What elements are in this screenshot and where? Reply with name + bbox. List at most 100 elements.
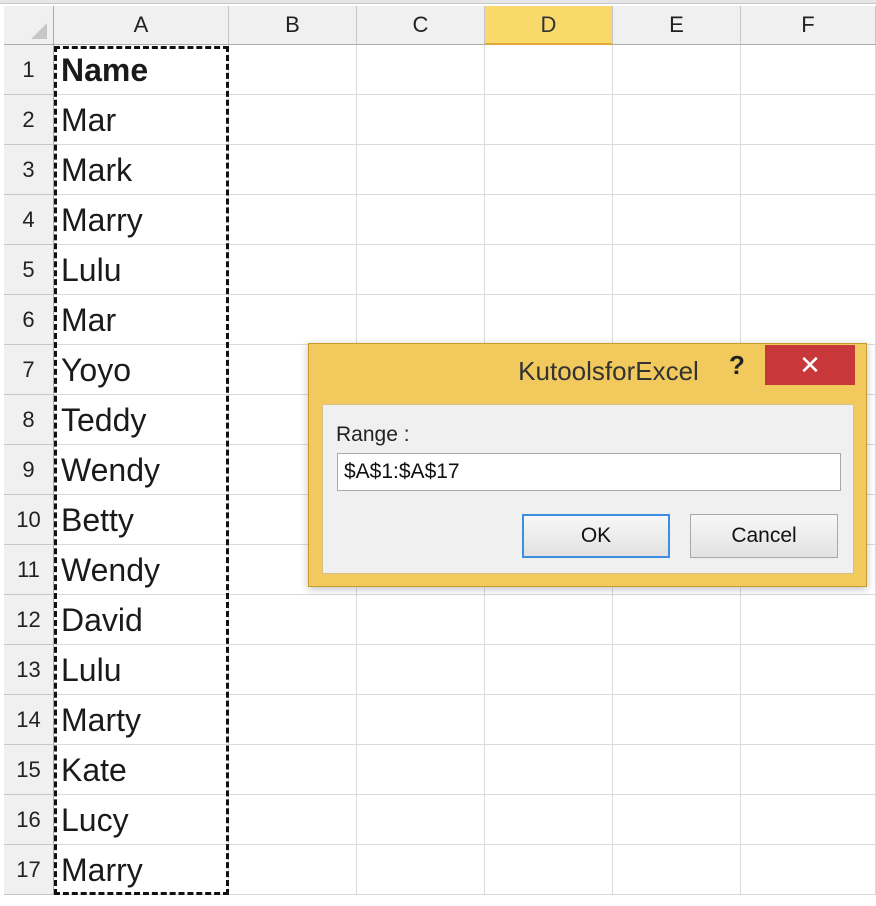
cell-d16[interactable] [485, 795, 613, 845]
cell-c4[interactable] [357, 195, 485, 245]
cancel-button[interactable]: Cancel [690, 514, 838, 558]
row-header-14[interactable]: 14 [4, 695, 54, 745]
cell-e16[interactable] [613, 795, 741, 845]
cell-e17[interactable] [613, 845, 741, 895]
cell-b3[interactable] [229, 145, 357, 195]
column-header-f[interactable]: F [741, 6, 876, 45]
cell-d12[interactable] [485, 595, 613, 645]
cell-e12[interactable] [613, 595, 741, 645]
cell-d3[interactable] [485, 145, 613, 195]
cell-b16[interactable] [229, 795, 357, 845]
cell-d14[interactable] [485, 695, 613, 745]
cell-b13[interactable] [229, 645, 357, 695]
cell-b5[interactable] [229, 245, 357, 295]
cell-c16[interactable] [357, 795, 485, 845]
cell-d13[interactable] [485, 645, 613, 695]
column-header-a[interactable]: A [54, 6, 229, 45]
close-button[interactable]: ✕ [765, 345, 855, 385]
cell-a7[interactable]: Yoyo [54, 345, 229, 395]
cell-a9[interactable]: Wendy [54, 445, 229, 495]
cell-c2[interactable] [357, 95, 485, 145]
cell-a6[interactable]: Mar [54, 295, 229, 345]
cell-f2[interactable] [741, 95, 876, 145]
row-header-8[interactable]: 8 [4, 395, 54, 445]
cell-d5[interactable] [485, 245, 613, 295]
cell-a5[interactable]: Lulu [54, 245, 229, 295]
cell-e6[interactable] [613, 295, 741, 345]
column-header-c[interactable]: C [357, 6, 485, 45]
cell-e4[interactable] [613, 195, 741, 245]
row-header-6[interactable]: 6 [4, 295, 54, 345]
cell-f1[interactable] [741, 45, 876, 95]
cell-f14[interactable] [741, 695, 876, 745]
cell-d4[interactable] [485, 195, 613, 245]
row-header-12[interactable]: 12 [4, 595, 54, 645]
cell-c14[interactable] [357, 695, 485, 745]
row-header-11[interactable]: 11 [4, 545, 54, 595]
row-header-5[interactable]: 5 [4, 245, 54, 295]
cell-f15[interactable] [741, 745, 876, 795]
cell-c12[interactable] [357, 595, 485, 645]
ok-button[interactable]: OK [522, 514, 670, 558]
cell-a15[interactable]: Kate [54, 745, 229, 795]
cell-f16[interactable] [741, 795, 876, 845]
column-header-d[interactable]: D [485, 6, 613, 45]
cell-d15[interactable] [485, 745, 613, 795]
cell-a13[interactable]: Lulu [54, 645, 229, 695]
cell-a14[interactable]: Marty [54, 695, 229, 745]
column-header-b[interactable]: B [229, 6, 357, 45]
cell-b12[interactable] [229, 595, 357, 645]
cell-c15[interactable] [357, 745, 485, 795]
cell-a17[interactable]: Marry [54, 845, 229, 895]
cell-a4[interactable]: Marry [54, 195, 229, 245]
cell-f4[interactable] [741, 195, 876, 245]
column-header-e[interactable]: E [613, 6, 741, 45]
cell-c13[interactable] [357, 645, 485, 695]
cell-a12[interactable]: David [54, 595, 229, 645]
cell-e2[interactable] [613, 95, 741, 145]
row-header-17[interactable]: 17 [4, 845, 54, 895]
cell-f12[interactable] [741, 595, 876, 645]
cell-e3[interactable] [613, 145, 741, 195]
cell-a16[interactable]: Lucy [54, 795, 229, 845]
cell-a3[interactable]: Mark [54, 145, 229, 195]
cell-d6[interactable] [485, 295, 613, 345]
row-header-15[interactable]: 15 [4, 745, 54, 795]
cell-b4[interactable] [229, 195, 357, 245]
row-header-4[interactable]: 4 [4, 195, 54, 245]
cell-a1[interactable]: Name [54, 45, 229, 95]
row-header-3[interactable]: 3 [4, 145, 54, 195]
cell-d17[interactable] [485, 845, 613, 895]
cell-e13[interactable] [613, 645, 741, 695]
cell-f6[interactable] [741, 295, 876, 345]
row-header-10[interactable]: 10 [4, 495, 54, 545]
cell-b14[interactable] [229, 695, 357, 745]
range-input[interactable]: $A$1:$A$17 [337, 453, 841, 491]
cell-c6[interactable] [357, 295, 485, 345]
cell-c1[interactable] [357, 45, 485, 95]
cell-d2[interactable] [485, 95, 613, 145]
row-header-9[interactable]: 9 [4, 445, 54, 495]
help-icon[interactable]: ? [729, 350, 745, 381]
cell-d1[interactable] [485, 45, 613, 95]
row-header-2[interactable]: 2 [4, 95, 54, 145]
cell-b2[interactable] [229, 95, 357, 145]
row-header-16[interactable]: 16 [4, 795, 54, 845]
row-header-13[interactable]: 13 [4, 645, 54, 695]
row-header-7[interactable]: 7 [4, 345, 54, 395]
cell-c5[interactable] [357, 245, 485, 295]
cell-e1[interactable] [613, 45, 741, 95]
cell-a10[interactable]: Betty [54, 495, 229, 545]
cell-b15[interactable] [229, 745, 357, 795]
row-header-1[interactable]: 1 [4, 45, 54, 95]
cell-f3[interactable] [741, 145, 876, 195]
cell-a11[interactable]: Wendy [54, 545, 229, 595]
cell-c17[interactable] [357, 845, 485, 895]
cell-a8[interactable]: Teddy [54, 395, 229, 445]
cell-b1[interactable] [229, 45, 357, 95]
cell-f17[interactable] [741, 845, 876, 895]
select-all-corner[interactable] [4, 6, 54, 45]
cell-f13[interactable] [741, 645, 876, 695]
cell-e14[interactable] [613, 695, 741, 745]
cell-a2[interactable]: Mar [54, 95, 229, 145]
